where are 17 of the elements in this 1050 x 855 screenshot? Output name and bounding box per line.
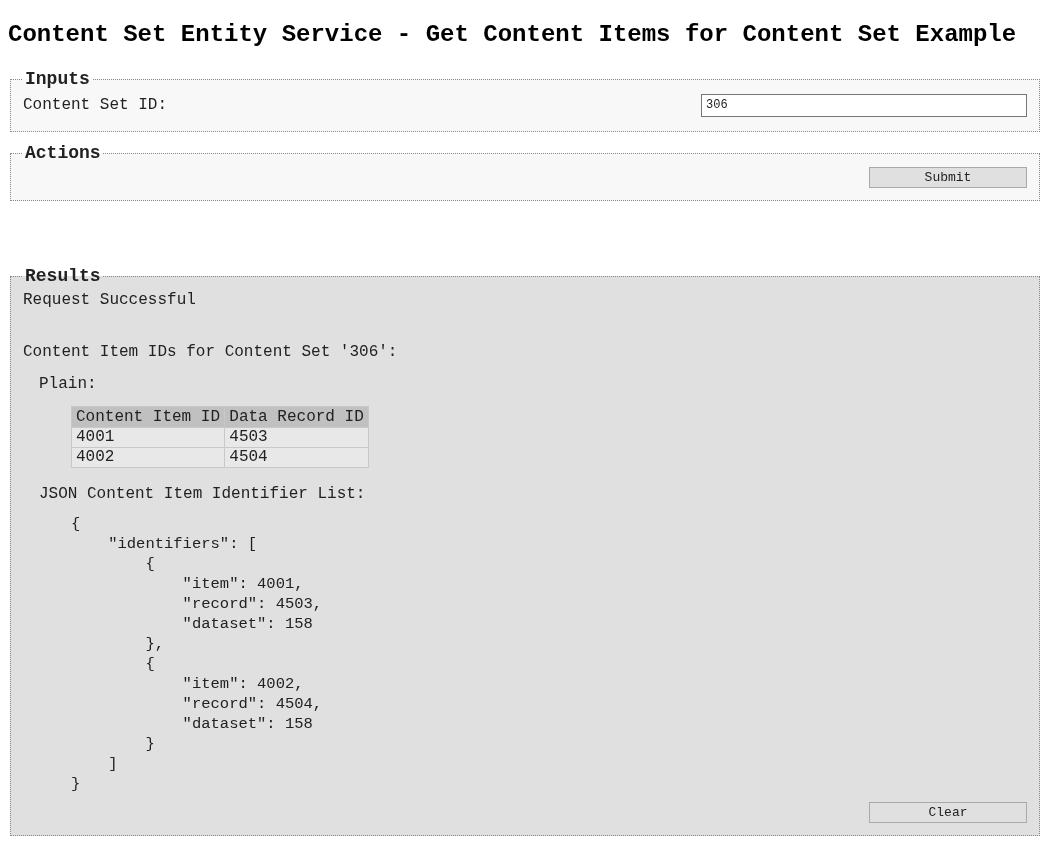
page-title: Content Set Entity Service - Get Content Items for Content Set Example: [8, 20, 1018, 50]
json-code: { "identifiers": [ { "item": 4001, "record": 4503, "dataset": 158 }, { "item": 4002, "record": 4504, "dataset": 158 } ] }: [71, 514, 323, 794]
table-cell: 4002: [71, 447, 225, 468]
results-heading: Content Item IDs for Content Set '306':: [23, 342, 399, 362]
field-label: Content Set ID:: [23, 95, 168, 116]
table-cell: 4001: [71, 427, 225, 448]
panel-legend: Inputs: [23, 66, 92, 93]
panel-legend: Results: [23, 263, 103, 290]
input-field[interactable]: 306: [701, 93, 1027, 117]
column-header: Content Item ID: [71, 406, 225, 428]
status-text: Request Successful: [23, 290, 197, 310]
section-label: Plain:: [39, 374, 98, 394]
column-header: Data Record ID: [224, 406, 369, 428]
submit-button[interactable]: Submit: [869, 167, 1027, 188]
panel-legend: Actions: [23, 140, 103, 167]
clear-button[interactable]: Clear: [869, 802, 1027, 823]
section-label: JSON Content Item Identifier List:: [39, 484, 367, 504]
